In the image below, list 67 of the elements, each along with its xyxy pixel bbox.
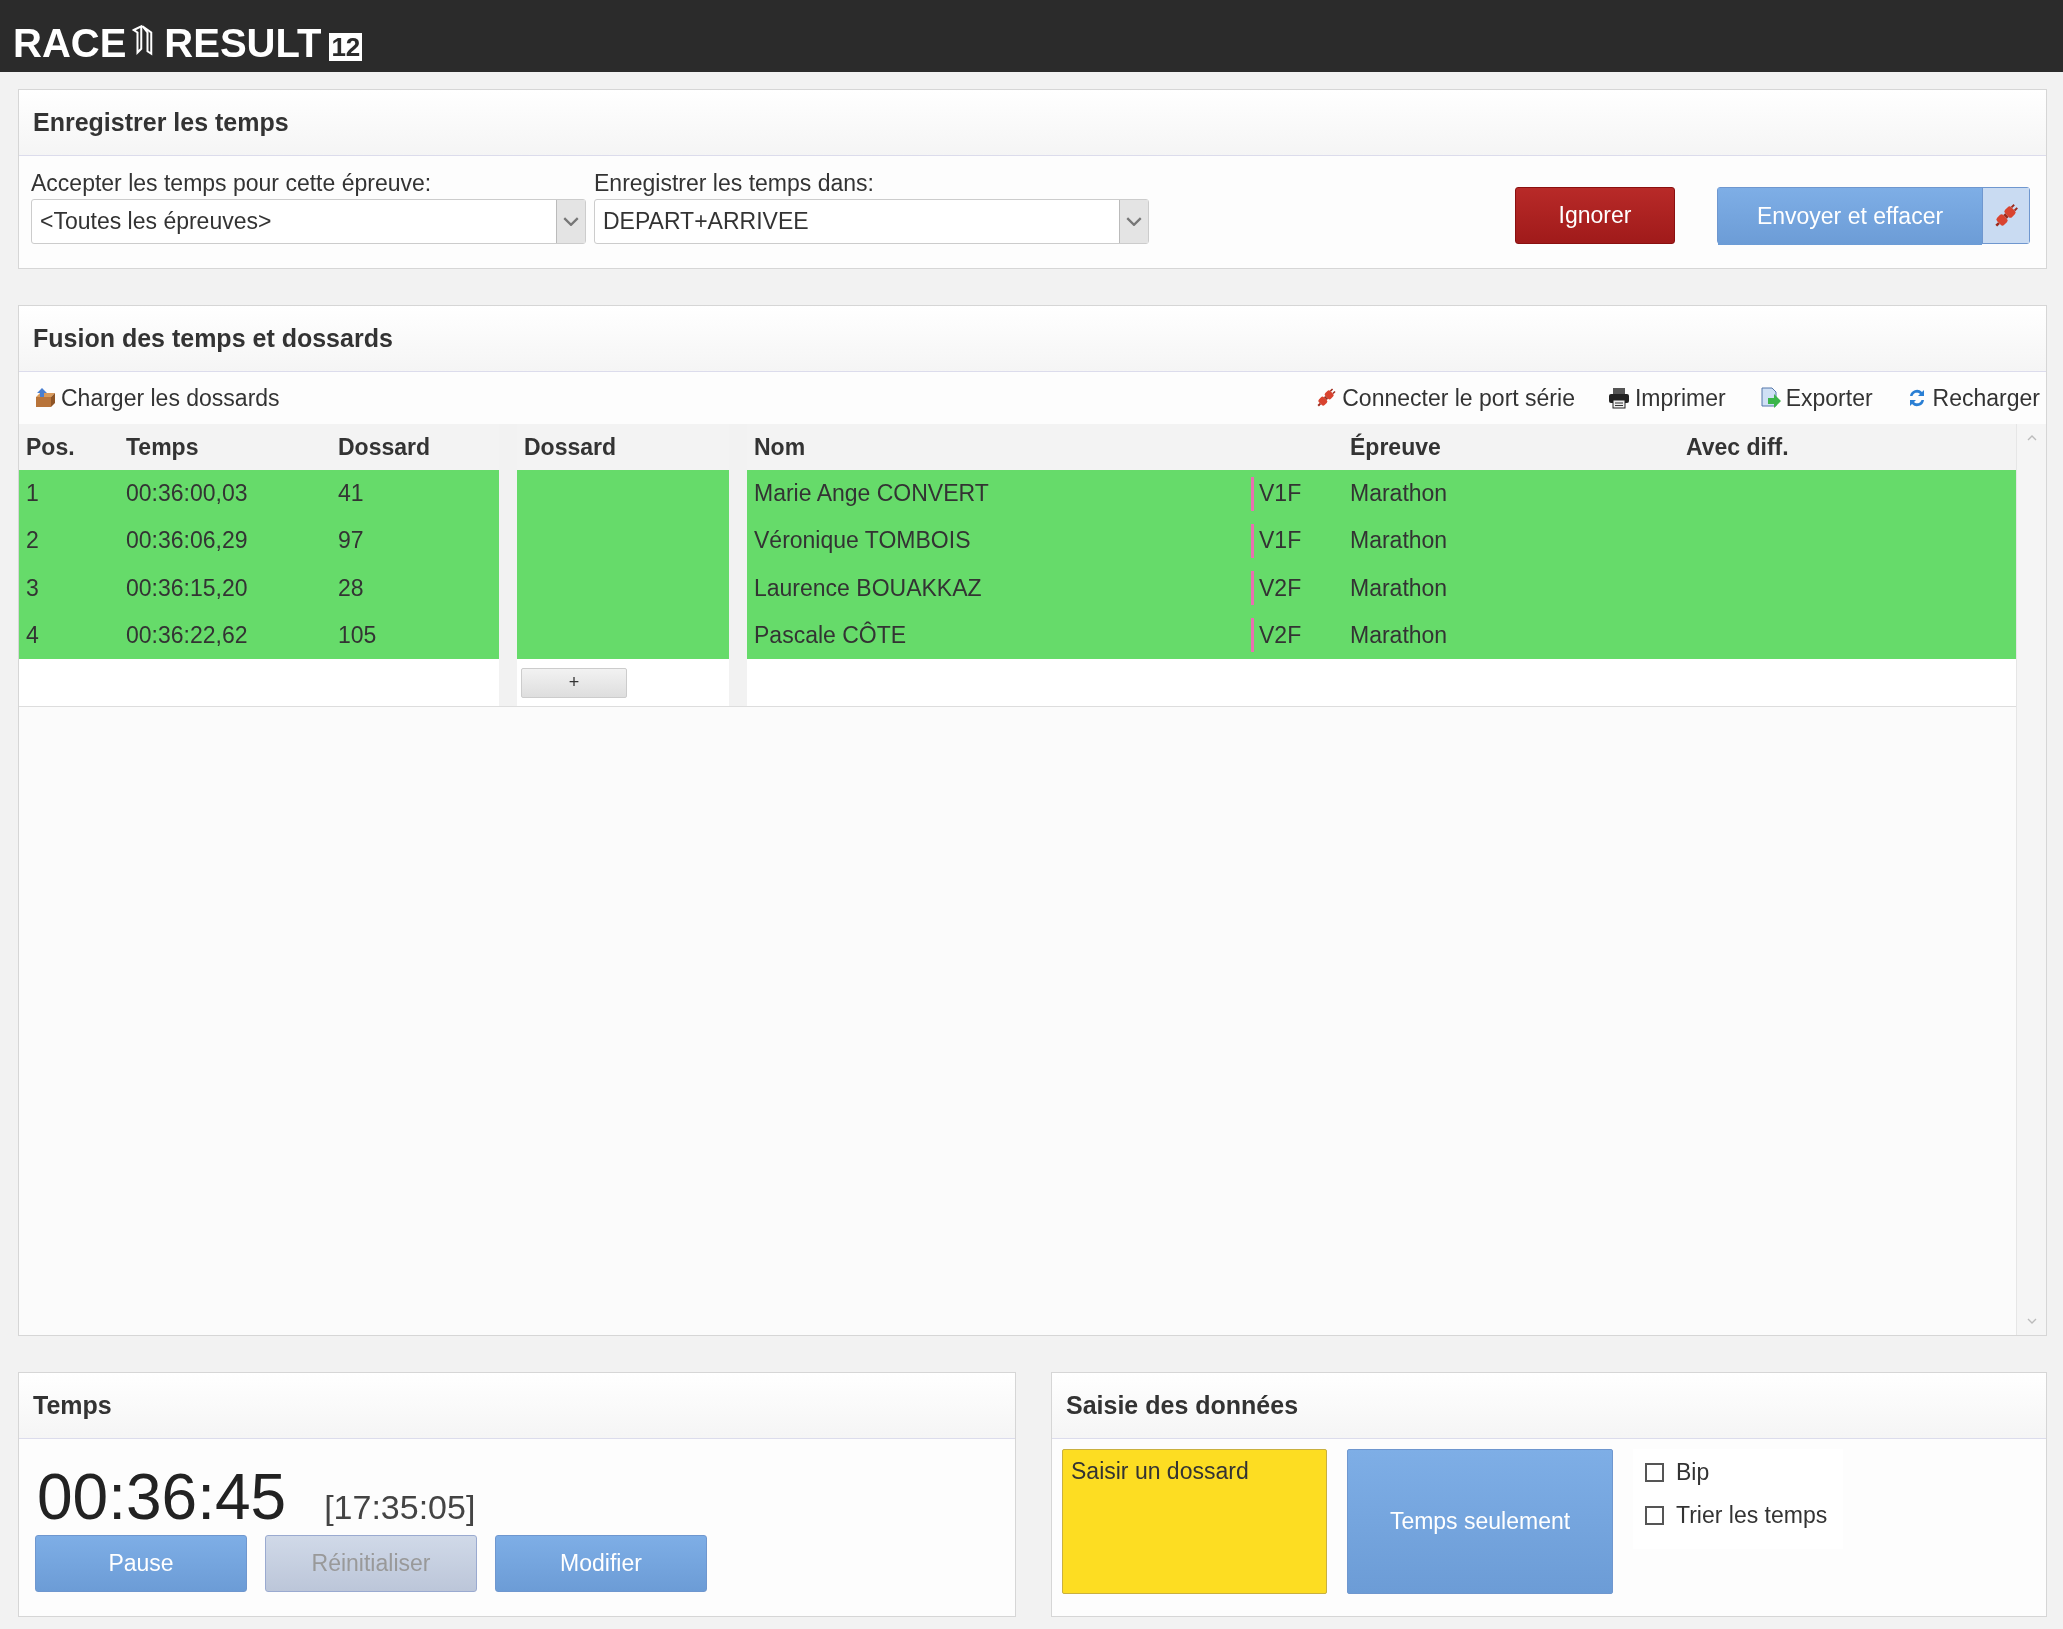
- dropdown[interactable]: DEPART+ARRIVEE: [594, 199, 1149, 244]
- table-cell-text: Marathon: [1349, 479, 1449, 509]
- table-cell-text: Marathon: [1349, 526, 1449, 556]
- table-cell-text: 28: [337, 573, 365, 603]
- table-row[interactable]: 3 00:36:15,20 28 Laurence BOUAKKAZ V2F Marathon: [19, 564, 2016, 612]
- toolbar-button[interactable]: Imprimer: [1606, 384, 1726, 412]
- panel-title: Enregistrer les temps: [33, 108, 289, 137]
- toolbar-button[interactable]: Recharger: [1904, 384, 2040, 412]
- panel-title: Temps: [33, 1391, 112, 1420]
- chevron-down-icon: [1126, 217, 1142, 226]
- toolbar-button[interactable]: Connecter le port série: [1314, 384, 1575, 412]
- category-marker: [1251, 523, 1254, 558]
- table-cell-text: 00:36:06,29: [125, 526, 249, 556]
- printer-icon: [1606, 386, 1631, 410]
- table-cell-text: 105: [337, 620, 378, 650]
- column-header: Avec diff.: [1685, 432, 1790, 462]
- plug-button[interactable]: [1982, 188, 2029, 243]
- table-cell: V1F: [1259, 527, 1302, 555]
- toolbar-button[interactable]: Exporter: [1757, 384, 1873, 412]
- elapsed-time: 00:36:45: [37, 1465, 287, 1529]
- add-row-button[interactable]: +: [521, 667, 627, 698]
- table-cell-text: 4: [25, 620, 40, 650]
- bib-input-field[interactable]: Saisir un dossard: [1062, 1449, 1327, 1594]
- table-cell-text: 00:36:22,62: [125, 620, 249, 650]
- table-cell-text: Marathon: [1349, 573, 1449, 603]
- table-cell-text: 97: [337, 526, 365, 556]
- field-label: Accepter les temps pour cette épreuve:: [31, 170, 433, 197]
- table-cell-text: 00:36:00,03: [125, 479, 249, 509]
- category-marker: [1251, 476, 1254, 511]
- column-header: Dossard: [337, 432, 432, 462]
- table-cell: V1F: [1259, 480, 1302, 508]
- table-row[interactable]: 2 00:36:06,29 97 Véronique TOMBOIS V1F Marathon: [19, 517, 2016, 565]
- column-header: Pos.: [25, 432, 76, 462]
- checkbox-label: Trier les temps: [1676, 1502, 1828, 1529]
- category-marker: [1251, 618, 1254, 653]
- chevron-down-icon: [563, 217, 579, 226]
- field-label: Enregistrer les temps dans:: [594, 170, 875, 197]
- column-header: Nom: [753, 432, 807, 462]
- table-cell-text: Laurence BOUAKKAZ: [753, 573, 983, 603]
- category-marker: [1251, 571, 1254, 606]
- table-row[interactable]: 4 00:36:22,62 105 Pascale CÔTE V2F Marathon: [19, 611, 2016, 659]
- column-header: Dossard: [523, 432, 618, 462]
- table-cell-text: Marathon: [1349, 620, 1449, 650]
- panel-title: Fusion des temps et dossards: [33, 324, 393, 353]
- table-cell-text: Véronique TOMBOIS: [753, 526, 972, 556]
- box-arrow-icon: [33, 386, 57, 410]
- checkbox-label: Bip: [1676, 1459, 1710, 1486]
- panel-title: Saisie des données: [1066, 1391, 1299, 1420]
- column-header: Épreuve: [1349, 432, 1442, 462]
- checkbox[interactable]: [1645, 1463, 1664, 1482]
- checkbox[interactable]: [1645, 1506, 1664, 1525]
- ignore-button[interactable]: Ignorer: [1515, 187, 1675, 244]
- table-cell-text: 41: [337, 479, 365, 509]
- table-cell: V2F: [1259, 574, 1302, 602]
- clock-time: [17:35:05]: [324, 1488, 476, 1527]
- table-cell: V2F: [1259, 621, 1302, 649]
- app-logo: RACE RESULT 12: [13, 15, 363, 65]
- column-header: Temps: [125, 432, 200, 462]
- table-cell-text: 3: [25, 573, 40, 603]
- table-cell-text: Pascale CÔTE: [753, 620, 908, 650]
- dropdown[interactable]: <Toutes les épreuves>: [31, 199, 586, 244]
- table-row[interactable]: 1 00:36:00,03 41 Marie Ange CONVERT V1F Marathon: [19, 470, 2016, 518]
- table-cell-text: Marie Ange CONVERT: [753, 479, 990, 509]
- table-cell-text: 2: [25, 526, 40, 556]
- table-cell-text: 00:36:15,20: [125, 573, 249, 603]
- toolbar-button[interactable]: Charger les dossards: [33, 384, 280, 412]
- table-cell-text: 1: [25, 479, 40, 509]
